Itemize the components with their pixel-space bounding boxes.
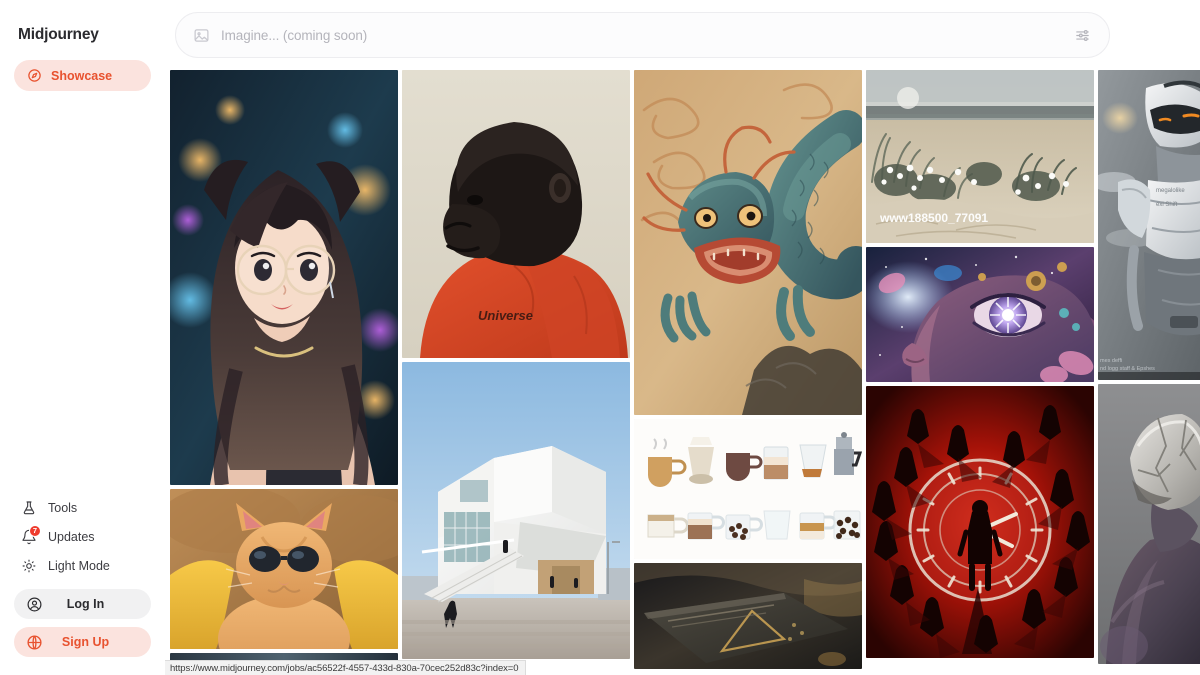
sidebar-item-label: Tools <box>48 500 78 515</box>
gallery-card-ancient-book-symbol[interactable] <box>634 563 862 669</box>
sidebar-item-label: Light Mode <box>48 558 110 573</box>
image-icon <box>193 27 210 44</box>
user-circle-icon <box>24 594 44 614</box>
gallery-card-coastal-dunes-painting[interactable]: www188500_77091 <box>866 70 1094 243</box>
gallery-card-coffee-cups-collection[interactable] <box>634 419 862 559</box>
gallery-column-1 <box>170 70 398 675</box>
svg-text:Universe: Universe <box>478 308 533 323</box>
gallery-column-4: www188500_77091 <box>866 70 1094 675</box>
gallery-column-3 <box>634 70 862 675</box>
svg-text:megalolike: megalolike <box>1156 188 1185 194</box>
gallery-card-chinese-dragon-painting[interactable] <box>634 70 862 415</box>
gallery-card-cat-sunglasses-yellow-blanket[interactable] <box>170 489 398 649</box>
sidebar-item-label: Showcase <box>51 68 113 83</box>
primary-nav: Showcase <box>14 60 151 91</box>
sidebar-item-label: Updates <box>48 529 95 544</box>
search-input[interactable]: Imagine... (coming soon) <box>175 12 1110 58</box>
gallery-card-anime-girl-glasses-neon[interactable] <box>170 70 398 485</box>
secondary-nav: Tools 7 Updates Light Mode Log In Sign U… <box>14 494 151 675</box>
sign-up-button[interactable]: Sign Up <box>14 627 151 657</box>
sidebar-item-tools[interactable]: Tools <box>14 494 151 521</box>
gallery-card-white-armored-robot[interactable]: megalolike exl Shift mes deffi nd logg s… <box>1098 70 1200 380</box>
flask-icon <box>20 499 38 517</box>
sidebar: Midjourney Showcase Tools 7 Updates Ligh… <box>0 0 165 675</box>
gallery-column-5: megalolike exl Shift mes deffi nd logg s… <box>1098 70 1200 675</box>
gallery-column-2: Universe <box>402 70 630 675</box>
updates-badge: 7 <box>29 525 41 537</box>
sidebar-item-updates[interactable]: 7 Updates <box>14 523 151 550</box>
globe-icon <box>24 632 44 652</box>
browser-status-bar: https://www.midjourney.com/jobs/ac56522f… <box>165 660 527 675</box>
search-placeholder: Imagine... (coming soon) <box>221 27 368 43</box>
midjourney-app: Midjourney Showcase Tools 7 Updates Ligh… <box>0 0 1200 675</box>
sign-up-label: Sign Up <box>61 635 110 649</box>
gallery-card-cosmic-face-eye[interactable] <box>866 247 1094 382</box>
sidebar-item-light-mode[interactable]: Light Mode <box>14 552 151 579</box>
image-gallery-grid: Universe www188500_77091 megalolike exl … <box>165 70 1200 675</box>
gallery-card-gorilla-red-hoodie[interactable]: Universe <box>402 70 630 358</box>
gallery-card-stone-head-figure[interactable] <box>1098 384 1200 664</box>
sun-icon <box>20 557 38 575</box>
log-in-button[interactable]: Log In <box>14 589 151 619</box>
compass-icon <box>26 68 42 84</box>
top-bar: Imagine... (coming soon) <box>165 0 1200 70</box>
status-url: https://www.midjourney.com/jobs/ac56522f… <box>170 662 519 674</box>
gallery-card-red-clock-hooded-figures[interactable] <box>866 386 1094 658</box>
log-in-label: Log In <box>66 597 105 611</box>
gallery-card-white-modern-architecture[interactable] <box>402 362 630 659</box>
svg-text:www188500_77091: www188500_77091 <box>879 211 988 225</box>
svg-text:nd logg staff & Epshes: nd logg staff & Epshes <box>1100 366 1155 372</box>
svg-text:exl Shift: exl Shift <box>1156 202 1178 208</box>
svg-text:mes deffi: mes deffi <box>1100 358 1122 364</box>
brand-logo[interactable]: Midjourney <box>14 0 151 44</box>
sliders-icon[interactable] <box>1074 27 1091 44</box>
main-content: Imagine... (coming soon) Universe www188… <box>165 0 1200 675</box>
sidebar-item-showcase[interactable]: Showcase <box>14 60 151 91</box>
